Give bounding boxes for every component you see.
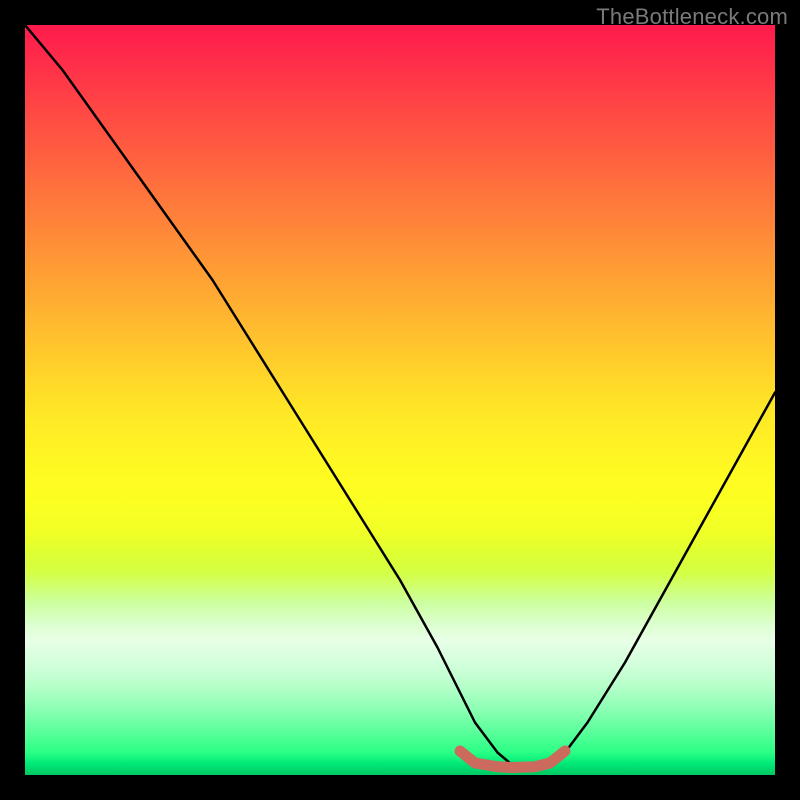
marker-layer <box>460 751 565 768</box>
series-bottleneck-curve <box>25 25 775 768</box>
curve-layer <box>25 25 775 775</box>
chart-stage: TheBottleneck.com <box>0 0 800 800</box>
plot-area <box>25 25 775 775</box>
series-layer <box>25 25 775 768</box>
marker-optimal-range <box>460 751 565 768</box>
